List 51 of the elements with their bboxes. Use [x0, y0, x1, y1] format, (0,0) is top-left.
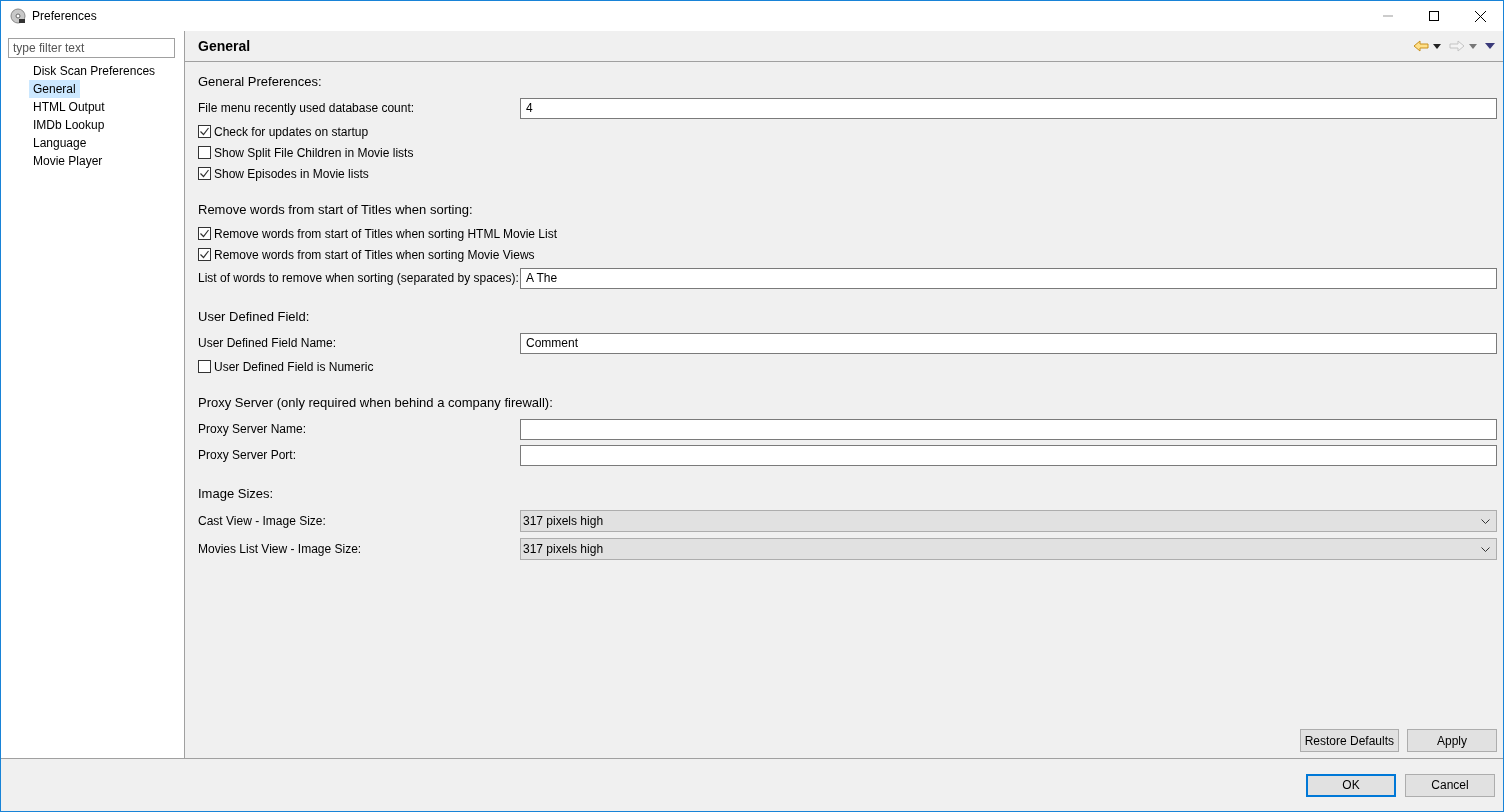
tree-item[interactable]: IMDb Lookup	[29, 116, 109, 134]
checkbox[interactable]	[198, 146, 211, 159]
section-heading: Image Sizes:	[198, 485, 275, 503]
checkbox-label: Remove words from start of Titles when sorting HTML Movie List	[214, 225, 557, 243]
checkbox-label: Show Split File Children in Movie lists	[214, 144, 414, 162]
tree-item[interactable]: HTML Output	[29, 98, 109, 116]
checkbox-label: User Defined Field is Numeric	[214, 358, 374, 376]
view-menu-icon[interactable]	[1485, 43, 1495, 49]
field-label: Movies List View - Image Size:	[198, 541, 363, 558]
dropdown[interactable]: 317 pixels high	[520, 510, 1497, 532]
text-field[interactable]	[520, 418, 1497, 440]
page-title: General	[198, 36, 251, 56]
tree-item[interactable]: Disk Scan Preferences	[29, 62, 160, 80]
field-label: Cast View - Image Size:	[198, 513, 327, 530]
tree-item[interactable]: Language	[29, 134, 91, 152]
checkbox[interactable]	[198, 248, 211, 261]
section-heading: Proxy Server (only required when behind a company firewall):	[198, 394, 554, 412]
checkbox[interactable]	[198, 125, 211, 138]
section-heading: General Preferences:	[198, 73, 323, 91]
text-field[interactable]: 4	[520, 97, 1497, 119]
chevron-down-icon	[1481, 546, 1490, 552]
page-button[interactable]: Restore Defaults	[1299, 729, 1399, 752]
text-field[interactable]: Comment	[520, 332, 1497, 354]
dialog-button[interactable]: Cancel	[1405, 773, 1495, 797]
text-field[interactable]	[520, 444, 1497, 466]
checkbox-label: Check for updates on startup	[214, 123, 369, 141]
tree-item[interactable]: Movie Player	[29, 152, 107, 170]
page-button[interactable]: Apply	[1407, 729, 1497, 752]
maximize-icon[interactable]	[1429, 11, 1439, 21]
section-heading: Remove words from start of Titles when sorting:	[198, 201, 474, 219]
checkbox-label: Show Episodes in Movie lists	[214, 165, 369, 183]
text-field[interactable]: A The	[520, 267, 1497, 289]
section-heading: User Defined Field:	[198, 308, 311, 326]
field-label: User Defined Field Name:	[198, 335, 338, 352]
dropdown[interactable]: 317 pixels high	[520, 538, 1497, 560]
field-label: Proxy Server Port:	[198, 447, 298, 464]
field-label: File menu recently used database count:	[198, 100, 416, 117]
close-icon[interactable]	[1474, 10, 1486, 22]
chevron-down-icon	[1481, 518, 1490, 524]
field-label: Proxy Server Name:	[198, 421, 308, 438]
dropdown-caret-icon[interactable]	[1433, 43, 1441, 49]
checkbox[interactable]	[198, 360, 211, 373]
checkbox[interactable]	[198, 227, 211, 240]
tree-item[interactable]: General	[29, 80, 80, 98]
filter-field[interactable]: type filter text	[8, 38, 175, 58]
dialog-button[interactable]: OK	[1306, 773, 1396, 797]
checkbox-label: Remove words from start of Titles when sorting Movie Views	[214, 246, 535, 264]
field-label: List of words to remove when sorting (separated by spaces):	[198, 270, 520, 287]
disc-icon	[10, 8, 26, 24]
checkbox[interactable]	[198, 167, 211, 180]
window-title: Preferences	[32, 8, 97, 25]
